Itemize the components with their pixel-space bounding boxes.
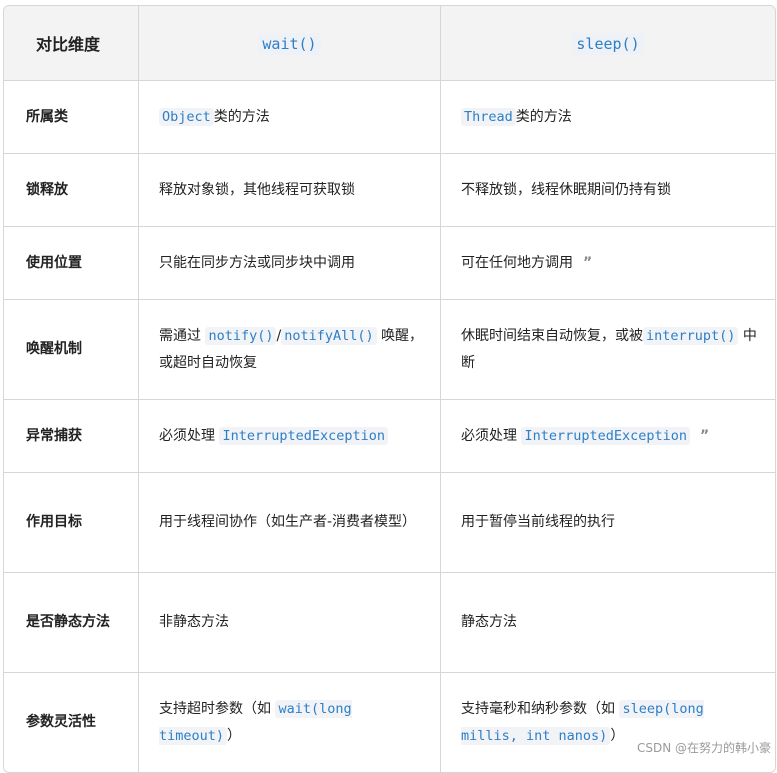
row-dimension: 参数灵活性 <box>4 673 139 772</box>
row-dimension: 是否静态方法 <box>4 573 139 673</box>
wait-cell: 非静态方法 <box>139 573 441 673</box>
row-dimension: 锁释放 <box>4 154 139 227</box>
table-row: 唤醒机制 需通过 notify() / notifyAll() 唤醒，或超时自动恢复… <box>4 300 775 400</box>
sleep-cell: Thread 类的方法 <box>441 81 775 154</box>
quote-icon: ” <box>700 427 710 444</box>
wait-cell: 只能在同步方法或同步块中调用 <box>139 227 441 300</box>
header-dimension: 对比维度 <box>4 6 139 81</box>
wait-cell: 支持超时参数（如 wait(long timeout)） <box>139 673 441 772</box>
sleep-cell: 静态方法 <box>441 573 775 673</box>
wait-cell: 必须处理 InterruptedException <box>139 400 441 473</box>
comparison-table: 对比维度 wait() sleep() 所属类 Object 类的方法 Threa… <box>3 5 776 773</box>
row-dimension: 使用位置 <box>4 227 139 300</box>
wait-cell: 释放对象锁，其他线程可获取锁 <box>139 154 441 227</box>
sleep-cell: 不释放锁，线程休眠期间仍持有锁 <box>441 154 775 227</box>
row-dimension: 所属类 <box>4 81 139 154</box>
header-row: 对比维度 wait() sleep() <box>4 6 775 81</box>
sleep-cell: 可在任何地方调用” <box>441 227 775 300</box>
table-row: 所属类 Object 类的方法 Thread 类的方法 <box>4 81 775 154</box>
header-wait: wait() <box>139 6 441 81</box>
sleep-cell: 支持毫秒和纳秒参数（如 sleep(long millis, int nanos… <box>461 699 704 745</box>
row-dimension: 作用目标 <box>4 473 139 573</box>
sleep-cell: 休眠时间结束自动恢复，或被 interrupt() 中断 <box>441 300 775 400</box>
wait-cell: 需通过 notify() / notifyAll() 唤醒，或超时自动恢复 <box>139 300 441 400</box>
row-dimension: 唤醒机制 <box>4 300 139 400</box>
table-row: 作用目标 用于线程间协作（如生产者-消费者模型） 用于暂停当前线程的执行 <box>4 473 775 573</box>
table-row: 使用位置 只能在同步方法或同步块中调用 可在任何地方调用” <box>4 227 775 300</box>
table-row: 锁释放 释放对象锁，其他线程可获取锁 不释放锁，线程休眠期间仍持有锁 <box>4 154 775 227</box>
wait-cell: 用于线程间协作（如生产者-消费者模型） <box>139 473 441 573</box>
wait-cell: Object 类的方法 <box>139 81 441 154</box>
row-dimension: 异常捕获 <box>4 400 139 473</box>
sleep-cell: 用于暂停当前线程的执行 <box>441 473 775 573</box>
watermark: CSDN @在努力的韩小豪 <box>636 741 771 755</box>
table-row: 参数灵活性 支持超时参数（如 wait(long timeout)） 支持毫秒和… <box>4 673 775 772</box>
table-row: 异常捕获 必须处理 InterruptedException 必须处理 Inte… <box>4 400 775 473</box>
sleep-cell: 必须处理 InterruptedException” <box>441 400 775 473</box>
header-sleep: sleep() <box>441 6 775 81</box>
table-row: 是否静态方法 非静态方法 静态方法 <box>4 573 775 673</box>
quote-icon: ” <box>583 254 593 271</box>
